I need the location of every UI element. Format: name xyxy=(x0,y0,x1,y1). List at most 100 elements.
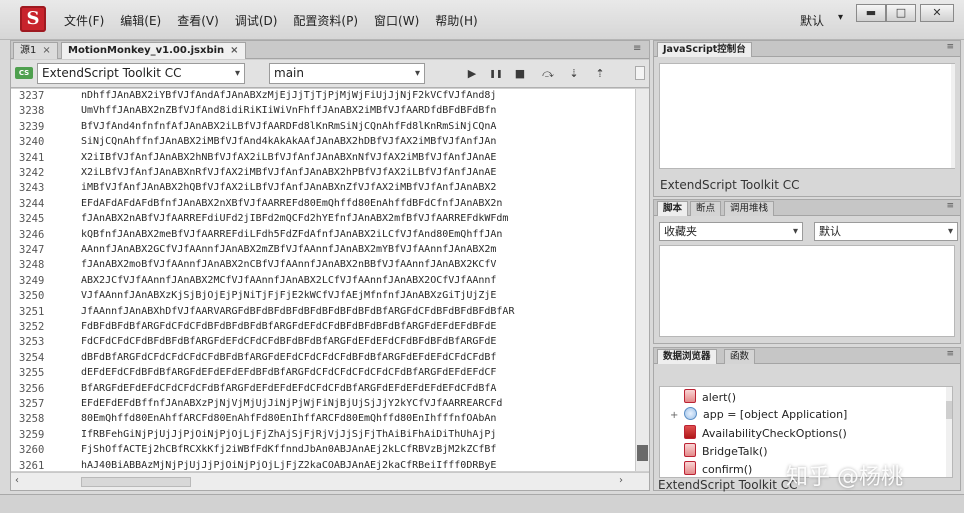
panel-menu-icon[interactable]: ≡ xyxy=(946,201,954,211)
run-button[interactable]: ▶ xyxy=(463,65,481,83)
chevron-down-icon: ▾ xyxy=(947,226,953,237)
tab-data-browser[interactable]: 数据浏览器 xyxy=(657,349,717,364)
code-line: UmVhffJAnABX2nZBfVJfAnd8idiRiKIiWiVnFhff… xyxy=(81,105,497,117)
line-number: 3251 xyxy=(19,305,45,318)
engine-select[interactable]: main ▾ xyxy=(269,63,425,84)
code-line: SiNjCQnAhffnfJAnABX2iMBfVJfAnd4kAkAkAAfJ… xyxy=(81,136,497,148)
tree-item-bridgetalk[interactable]: BridgeTalk() xyxy=(670,443,768,459)
step-into-button[interactable]: ⇣ xyxy=(565,65,583,83)
chevron-down-icon: ▾ xyxy=(234,68,240,79)
tree-item-app[interactable]: + app = [object Application] xyxy=(670,407,847,423)
line-number: 3246 xyxy=(19,228,45,241)
line-number: 3254 xyxy=(19,351,45,364)
vertical-scrollbar[interactable] xyxy=(635,89,649,471)
method-icon xyxy=(684,443,696,457)
tab-call-stack[interactable]: 调用堆栈 xyxy=(724,201,775,216)
expand-toggle[interactable]: + xyxy=(670,410,680,421)
line-number: 3261 xyxy=(19,459,45,471)
close-tab-icon[interactable]: × xyxy=(230,45,238,56)
panel-menu-icon[interactable]: ≡ xyxy=(633,43,641,54)
tree-item-alert[interactable]: alert() xyxy=(670,389,736,405)
scrollbar-thumb[interactable] xyxy=(637,445,648,461)
console-target-label: ExtendScript Toolkit CC xyxy=(660,178,800,192)
line-number: 3257 xyxy=(19,398,45,410)
split-view-icon[interactable] xyxy=(635,66,645,80)
menu-help[interactable]: 帮助(H) xyxy=(427,12,485,30)
menu-debug[interactable]: 调试(D) xyxy=(227,12,286,30)
browser-target-label: ExtendScript Toolkit CC xyxy=(658,478,798,492)
tab-label: 源1 xyxy=(20,45,37,56)
line-number: 3260 xyxy=(19,444,45,457)
code-line: dBFdBfARGFdCFdCFdCFdCFdBFdBfARGFdEFdCFdC… xyxy=(81,351,497,363)
code-line: FjShOffACTEj2hCBfRCXkKfj2iWBfFdKffnndJbA… xyxy=(81,444,497,456)
scrollbar-thumb[interactable] xyxy=(946,401,952,419)
close-button[interactable]: ✕ xyxy=(920,4,954,22)
line-number: 3259 xyxy=(19,428,45,441)
object-icon xyxy=(684,407,697,420)
line-number: 3250 xyxy=(19,290,45,303)
scroll-right-icon[interactable]: › xyxy=(619,475,623,486)
chevron-down-icon[interactable]: ▾ xyxy=(838,12,843,23)
step-over-button[interactable]: ⤼ xyxy=(539,65,557,83)
console-tab-bar: JavaScript控制台 ≡ xyxy=(654,41,960,57)
code-editor[interactable]: 3237 3238 3239 3240 3241 3242 3243 3244 3245 3246… xyxy=(11,89,635,471)
method-icon xyxy=(684,389,696,403)
line-number-gutter: 3237 3238 3239 3240 3241 3242 3243 3244 3245 3246… xyxy=(11,89,71,471)
app-logo-icon: S xyxy=(20,6,46,32)
javascript-console-panel: JavaScript控制台 ≡ ExtendScript Toolkit CC xyxy=(653,40,961,197)
panel-menu-icon[interactable]: ≡ xyxy=(946,42,954,52)
panel-menu-icon[interactable]: ≡ xyxy=(946,349,954,359)
tab-functions[interactable]: 函数 xyxy=(724,349,756,364)
tab-motionmonkey[interactable]: MotionMonkey_v1.00.jsxbin × xyxy=(61,42,246,59)
code-line: kQBfnfJAnABX2meBfVJfAARREFdiLFdh5FdZFdAf… xyxy=(81,228,503,240)
line-number: 3247 xyxy=(19,244,45,256)
editor-pane: 源1 × MotionMonkey_v1.00.jsxbin × ≡ CS Exte… xyxy=(10,40,650,491)
scroll-left-icon[interactable]: ‹ xyxy=(15,475,19,486)
tab-source1[interactable]: 源1 × xyxy=(13,42,58,59)
tree-item-availability-check-options[interactable]: AvailabilityCheckOptions() xyxy=(670,425,847,441)
vertical-scrollbar[interactable] xyxy=(951,64,955,168)
menu-view[interactable]: 查看(V) xyxy=(169,12,227,30)
line-number: 3240 xyxy=(19,136,45,149)
target-app-icon: CS xyxy=(15,67,33,79)
watermark-text: 知乎 @杨桃 xyxy=(786,465,903,490)
method-icon xyxy=(684,461,696,475)
code-line: AAnnfJAnABX2GCfVJfAAnnfJAnABX2mZBfVJfAAn… xyxy=(81,244,497,255)
tab-breakpoints[interactable]: 断点 xyxy=(690,201,722,216)
scope-select[interactable]: 默认 ▾ xyxy=(814,222,958,241)
menu-profile[interactable]: 配置资料(P) xyxy=(285,12,366,30)
stop-button[interactable]: ■ xyxy=(511,65,529,83)
tab-label: MotionMonkey_v1.00.jsxbin xyxy=(68,45,225,56)
tab-javascript-console[interactable]: JavaScript控制台 xyxy=(657,42,752,57)
console-output[interactable] xyxy=(659,63,955,169)
line-number: 3249 xyxy=(19,274,45,287)
scripts-list[interactable] xyxy=(659,245,955,337)
menu-window[interactable]: 窗口(W) xyxy=(366,12,427,30)
menu-edit[interactable]: 编辑(E) xyxy=(112,12,169,30)
line-number: 3237 xyxy=(19,90,45,102)
tree-item-confirm[interactable]: confirm() xyxy=(670,461,752,477)
scrollbar-thumb[interactable] xyxy=(81,477,191,487)
minimize-button[interactable]: ▬ xyxy=(856,4,886,22)
target-application-select[interactable]: ExtendScript Toolkit CC ▾ xyxy=(37,63,245,84)
horizontal-scrollbar[interactable]: ‹ › xyxy=(11,472,649,490)
code-line: EFdEFdEFdBffnfJAnABXzPjNjVjMjUjJiNjPjWjF… xyxy=(81,398,503,409)
favorites-select[interactable]: 收藏夹 ▾ xyxy=(659,222,803,241)
close-tab-icon[interactable]: × xyxy=(42,45,50,56)
engine-select-value: main xyxy=(274,66,304,80)
code-line: fJAnABX2nABfVJfAARREFdiUFd2jIBFd2mQCFd2h… xyxy=(81,213,509,225)
tree-item-label: BridgeTalk() xyxy=(702,445,768,458)
code-line: EFdAFdAFdAFdBfnfJAnABX2nXBfVJfAARREFd80E… xyxy=(81,197,503,209)
workspace-selector[interactable]: 默认 xyxy=(800,12,824,29)
line-number: 3252 xyxy=(19,321,45,333)
code-line: dEFdEFdCFdBFdBfARGFdEFdEFdEFdBFdBfARGFdC… xyxy=(81,367,497,379)
step-out-button[interactable]: ⇡ xyxy=(591,65,609,83)
tab-scripts[interactable]: 脚本 xyxy=(657,201,689,216)
pause-button[interactable]: ❚❚ xyxy=(487,65,505,83)
code-line: JfAAnnfJAnABXhDfVJfAARVARGFdBFdBFdBFdBFd… xyxy=(81,305,515,317)
vertical-scrollbar[interactable] xyxy=(946,387,952,477)
menu-bar: 文件(F) 编辑(E) 查看(V) 调试(D) 配置资料(P) 窗口(W) 帮助… xyxy=(56,12,486,30)
maximize-button[interactable]: □ xyxy=(886,4,916,22)
line-number: 3253 xyxy=(19,336,45,349)
menu-file[interactable]: 文件(F) xyxy=(56,12,112,30)
